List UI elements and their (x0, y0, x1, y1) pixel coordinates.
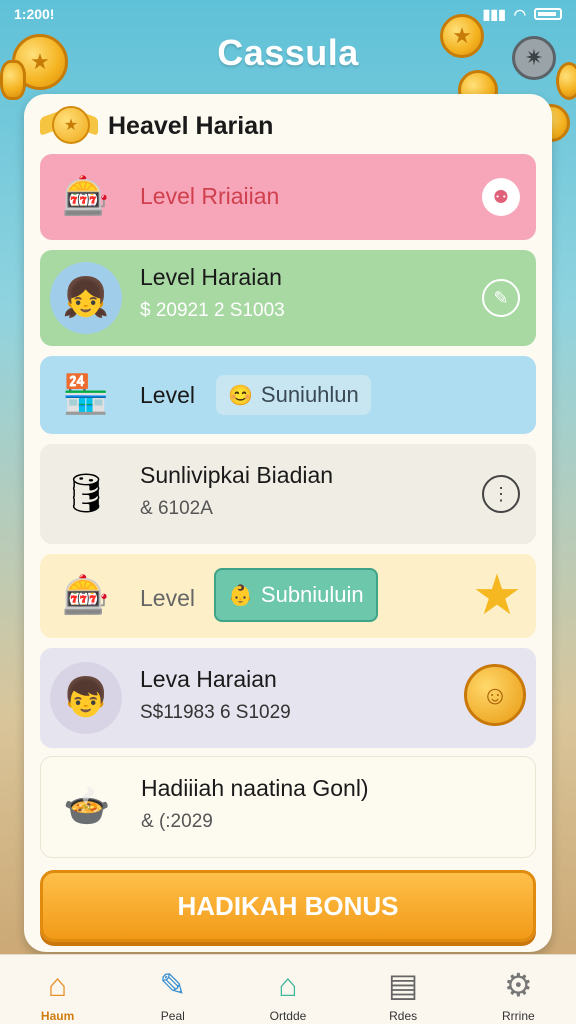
card-title: Hadiiiah naatina Gonl) (141, 775, 369, 801)
bonus-button[interactable]: HADIKAH BONUS (40, 870, 536, 942)
card-title: Level Haraian (140, 264, 282, 290)
status-time: 1:200! (14, 6, 55, 22)
nav-label: Rrrine (502, 1009, 535, 1023)
card-subtitle: & 6102A (140, 498, 213, 519)
chip-button[interactable]: 👶 Subniuluin (214, 568, 378, 622)
bottom-nav: ⌂ Haum ✎ Peal ⌂ Ortdde ▤ Rdes ⚙ Rrrine (0, 954, 576, 1024)
level-card[interactable]: 👦 Leva Haraian S$11983 6 S1029 ☺ (40, 648, 536, 748)
card-title: Level Rriaiian (140, 183, 280, 209)
nav-item-home[interactable]: ⌂ Haum (13, 965, 103, 1024)
daily-level-panel: ★ Heavel Harian 🎰 Level Rriaiian ⚉ 👧 Lev… (24, 94, 552, 952)
card-title: Level (140, 382, 195, 408)
level-card[interactable]: 🎰 Level 👶 Subniuluin ★ (40, 554, 536, 638)
panel-title: Heavel Harian (108, 111, 274, 140)
card-subtitle: & (:2029 (141, 811, 213, 832)
winged-medal-icon: ★ (40, 104, 98, 148)
home-icon: ⌂ (47, 966, 68, 1003)
level-card[interactable]: 🛢 Sunlivipkai Biadian & 6102A ⋮ (40, 444, 536, 544)
signal-icon: ▮▮▮ (482, 5, 506, 22)
boy-avatar-icon: 👦 (50, 662, 122, 734)
level-card[interactable]: 🏪 Level 😊 Suniuhlun (40, 356, 536, 434)
document-icon: ▤ (388, 967, 419, 1003)
battery-icon (534, 8, 562, 20)
card-subtitle: $ 20921 2 S1003 (140, 300, 285, 321)
slot-machine-icon: 🎰 (62, 176, 110, 218)
house-icon: ⌂ (278, 966, 298, 1003)
nav-item-peal[interactable]: ✎ Peal (128, 965, 218, 1023)
panel-header: ★ Heavel Harian (40, 104, 273, 148)
nav-label: Ortdde (269, 1009, 307, 1023)
card-title: Sunlivipkai Biadian (140, 462, 334, 488)
card-subtitle: S$11983 6 S1029 (140, 702, 291, 723)
smile-icon: 😊 (228, 384, 253, 407)
nav-item-ortdde[interactable]: ⌂ Ortdde (243, 965, 333, 1024)
chip-button[interactable]: 😊 Suniuhlun (216, 375, 371, 415)
sun-star-icon: ★ (471, 563, 523, 626)
chip-label: Suniuhlun (260, 382, 359, 407)
info-circle-icon[interactable]: ⋮ (482, 475, 520, 513)
chip-label: Subniuluin (260, 582, 364, 607)
food-bowl-icon: 🍲 (63, 786, 111, 828)
nav-item-rrrine[interactable]: ⚙ Rrrine (473, 965, 563, 1023)
edit-circle-icon[interactable]: ✎ (482, 279, 520, 317)
nav-label: Rdes (389, 1009, 418, 1023)
card-title: Leva Haraian (140, 666, 277, 692)
status-bar: 1:200! ▮▮▮ ◠ (0, 0, 576, 28)
level-card[interactable]: 🍲 Hadiiiah naatina Gonl) & (:2029 (40, 756, 536, 858)
wifi-icon: ◠ (513, 5, 526, 22)
nav-label: Peal (160, 1009, 185, 1023)
nav-label: Haum (40, 1009, 75, 1023)
baby-icon: 👶 (228, 584, 253, 607)
shop-stall-icon: 🏪 (62, 374, 110, 416)
girl-avatar-icon: 👧 (50, 262, 122, 334)
card-title: Level (140, 585, 195, 611)
settings-icon: ⚙ (504, 967, 533, 1003)
pencil-icon: ✎ (159, 967, 187, 1003)
gold-medal-icon: ☺ (464, 664, 526, 726)
nav-item-rdes[interactable]: ▤ Rdes (358, 965, 448, 1023)
pink-badge-icon[interactable]: ⚉ (482, 178, 520, 216)
barrel-icon: 🛢 (61, 473, 111, 515)
app-title: Cassula (217, 32, 359, 73)
level-card[interactable]: 👧 Level Haraian $ 20921 2 S1003 ✎ (40, 250, 536, 346)
level-card[interactable]: 🎰 Level Rriaiian ⚉ (40, 154, 536, 240)
slot-machine-icon: 🎰 (62, 575, 110, 617)
